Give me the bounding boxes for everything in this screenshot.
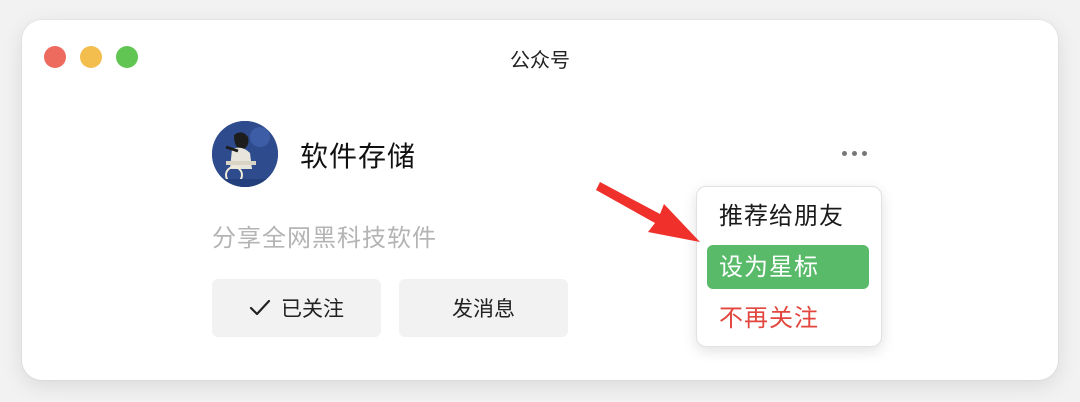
menu-item-set-star[interactable]: 设为星标 xyxy=(707,245,869,289)
send-message-label: 发消息 xyxy=(452,297,515,321)
menu-item-recommend[interactable]: 推荐给朋友 xyxy=(707,194,869,238)
avatar-illustration xyxy=(212,121,278,187)
more-options-button[interactable] xyxy=(834,140,874,166)
more-horizontal-icon-dot xyxy=(851,150,857,156)
account-description: 分享全网黑科技软件 xyxy=(212,224,437,252)
more-horizontal-icon xyxy=(841,150,847,156)
send-message-button[interactable]: 发消息 xyxy=(399,279,568,337)
options-menu: 推荐给朋友 设为星标 不再关注 xyxy=(696,186,882,347)
more-horizontal-icon-dot xyxy=(861,150,867,156)
account-name: 软件存储 xyxy=(300,140,417,173)
account-window: 公众号 软件存储 分享全网黑科技软件 已关注 发消息 推荐给朋友 设为星标 不再… xyxy=(22,20,1058,380)
checkmark-icon xyxy=(249,299,271,317)
account-avatar[interactable] xyxy=(212,121,278,187)
menu-item-unfollow[interactable]: 不再关注 xyxy=(707,296,869,340)
followed-button[interactable]: 已关注 xyxy=(212,279,381,337)
window-title: 公众号 xyxy=(510,48,570,72)
followed-button-label: 已关注 xyxy=(281,297,344,321)
